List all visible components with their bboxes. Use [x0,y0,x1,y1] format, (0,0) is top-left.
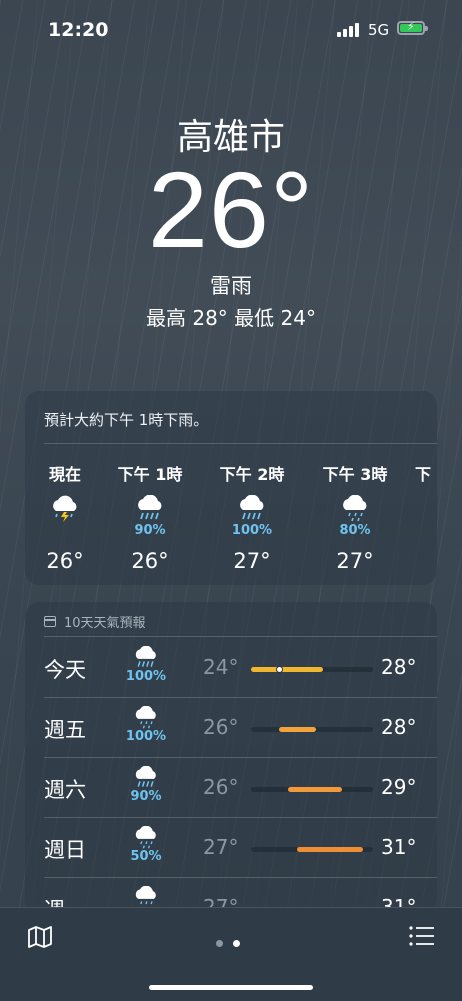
day-name: 週五 [44,718,86,742]
precipitation-note: 預計大約下午 1時下雨。 [44,411,209,429]
hour-temp: 27° [336,549,374,573]
range-segment [251,667,323,672]
day-chance: 50% [130,849,162,864]
page-indicator[interactable] [216,932,250,951]
bottom-toolbar [0,907,462,1001]
map-icon[interactable] [27,925,53,949]
temperature-range-bar [251,787,373,792]
current-temp-dot [276,666,284,673]
day-row[interactable]: 週五 100% 26° 28° [25,698,437,757]
hour-chance: 90% [134,523,166,538]
day-high: 29° [381,775,417,799]
temperature-range-bar [251,666,373,673]
home-indicator [149,985,313,990]
day-low: 27° [203,835,239,859]
temperature-range-bar [251,727,373,732]
rain-icon: 90% [128,766,164,804]
rain-icon [133,494,167,523]
current-temperature: 26° [147,149,315,270]
hourly-forecast-card[interactable]: 預計大約下午 1時下雨。 現在 26° 下午 1時 90% 26° 下午 2時 [25,391,437,585]
day-row[interactable]: 週日 50% 27° 31° [25,818,437,877]
hour-label: 下 [415,465,432,484]
hour-item: 下午 3時 80% 27° [312,461,398,573]
range-segment [297,847,364,852]
hour-label: 下午 1時 [117,465,183,484]
day-name: 週六 [44,778,86,802]
current-condition: 雷雨 [210,274,252,298]
hour-chance: 100% [231,523,273,538]
hour-chance [25,523,108,539]
drizzle-icon: 100% [126,706,166,744]
day-chance: 90% [130,789,162,804]
hour-item: 下 [415,461,437,485]
hour-temp: 27° [233,549,271,573]
ten-day-forecast-card[interactable]: 10天天氣預報 今天 100% 24° 28° 週五 100% 26° 28° … [25,602,437,912]
page-dot[interactable] [233,940,240,947]
list-icon[interactable] [409,925,435,947]
divider [44,636,437,637]
high-low-temperature: 最高 28° 最低 24° [146,306,316,330]
thunderstorm-icon [48,495,82,523]
divider [44,443,437,444]
ten-day-heading-label: 10天天氣預報 [64,616,146,631]
rain-icon: 100% [126,646,166,684]
network-type: 5G [368,21,390,39]
status-time: 12:20 [48,19,109,41]
hour-temp: 26° [46,549,84,573]
day-chance: 100% [125,669,167,684]
hour-label: 現在 [48,465,81,484]
day-high: 28° [381,715,417,739]
day-name: 今天 [44,658,86,682]
cellular-signal-icon [337,23,361,37]
rain-icon [235,494,269,523]
battery-charging-icon: ⚡ [397,20,428,35]
hour-label: 下午 3時 [322,465,388,484]
calendar-icon [44,616,56,627]
day-row[interactable]: 今天 100% 24° 28° [25,638,437,697]
hour-temp: 26° [131,549,169,573]
ten-day-heading: 10天天氣預報 [44,612,146,631]
hour-label: 下午 2時 [219,465,285,484]
hour-item: 下午 2時 100% 27° [209,461,295,573]
status-bar: 12:20 5G ⚡ [0,0,462,60]
drizzle-icon [338,494,372,523]
hour-item: 下午 1時 90% 26° [107,461,193,573]
day-name: 週日 [44,838,86,862]
day-low: 26° [203,775,239,799]
day-low: 26° [203,715,239,739]
day-row[interactable]: 週六 90% 26° 29° [25,758,437,817]
temperature-range-bar [251,847,373,852]
hour-item: 現在 26° [25,461,108,573]
day-low: 24° [203,655,239,679]
day-high: 31° [381,835,417,859]
drizzle-icon: 50% [128,826,164,864]
hour-chance: 80% [339,523,371,538]
range-segment [287,787,343,792]
range-segment [279,727,316,732]
day-chance: 100% [125,729,167,744]
day-high: 28° [381,655,417,679]
page-dot[interactable] [216,940,223,947]
